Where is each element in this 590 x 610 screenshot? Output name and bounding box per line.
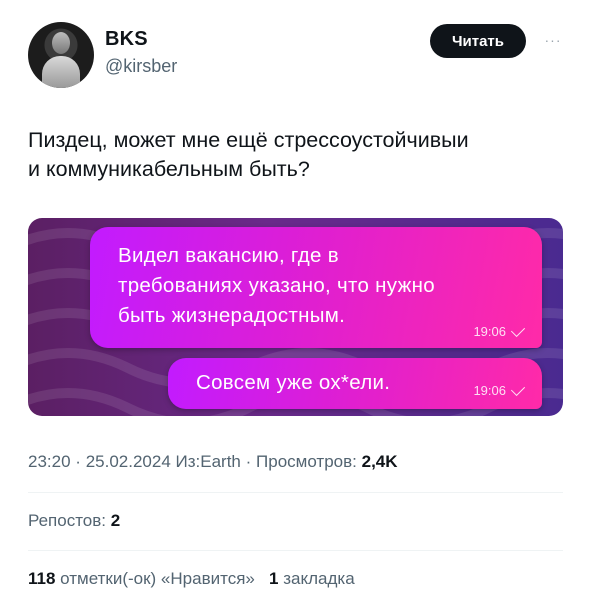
likes-count: 118 [28, 569, 56, 588]
likes-stat[interactable]: 118 отметки(-ок) «Нравится» [28, 569, 260, 588]
chat-message-time: 19:06 [473, 383, 506, 398]
check-icon [510, 322, 526, 337]
chat-bubble-1: Видел вакансию, где в требованиях указан… [90, 227, 542, 348]
views-label: Просмотров: [256, 452, 357, 471]
more-options-icon[interactable]: ··· [538, 30, 568, 50]
chat-message-line: быть жизнерадостным. [118, 304, 346, 327]
views-count: 2,4K [361, 452, 398, 471]
reposts-stat[interactable]: Репостов: 2 [28, 511, 120, 531]
chat-message-line: требованиях указано, что нужно [118, 274, 435, 297]
tweet-text-line: и коммуникабельным быть? [28, 157, 310, 181]
avatar-head-shape [52, 32, 70, 54]
tweet-meta: 23:20 · 25.02.2024 Из:Earth · Просмотров… [28, 452, 398, 472]
likes-label: отметки(-ок) «Нравится» [60, 569, 255, 588]
chat-message-meta: 19:06 [473, 381, 526, 398]
avatar-torso-shape [42, 56, 80, 88]
author-block[interactable]: BKS @kirsber [105, 28, 177, 77]
author-handle[interactable]: @kirsber [105, 56, 177, 77]
meta-separator: · [245, 452, 252, 471]
chat-message-line: Совсем уже ох*ели. [196, 371, 391, 394]
bookmarks-count: 1 [269, 569, 279, 588]
reposts-count: 2 [110, 511, 121, 530]
chat-message-meta: 19:06 [473, 322, 526, 339]
bookmarks-label: закладка [283, 569, 355, 588]
tweet-text-line: Пиздец, может мне ещё стрессоустойчивыи [28, 128, 469, 152]
chat-message-text: Видел вакансию, где в требованиях указан… [118, 241, 518, 331]
tweet-media-image[interactable]: Видел вакансию, где в требованиях указан… [28, 218, 563, 416]
tweet-source: Из:Earth [175, 452, 241, 471]
divider [28, 550, 563, 551]
chat-message-line: Видел вакансию, где в [118, 244, 339, 267]
tweet-date[interactable]: 25.02.2024 [86, 452, 171, 471]
tweet-text: Пиздец, может мне ещё стрессоустойчивыи … [28, 126, 563, 184]
meta-separator: · [75, 452, 81, 471]
chat-message-text: Совсем уже ох*ели. [196, 368, 390, 398]
divider [28, 492, 563, 493]
reposts-label: Репостов: [28, 511, 107, 530]
check-icon [510, 381, 526, 396]
tweet-time[interactable]: 23:20 [28, 452, 71, 471]
author-name[interactable]: BKS [105, 28, 177, 51]
engagement-stats: 118 отметки(-ок) «Нравится» 1 закладка [28, 569, 355, 589]
bookmarks-stat[interactable]: 1 закладка [269, 569, 355, 588]
chat-message-time: 19:06 [473, 324, 506, 339]
follow-button[interactable]: Читать [430, 24, 526, 58]
tweet-header: BKS @kirsber Читать ··· [28, 22, 568, 92]
chat-bubble-2: Совсем уже ох*ели. 19:06 [168, 358, 542, 409]
avatar[interactable] [28, 22, 94, 88]
